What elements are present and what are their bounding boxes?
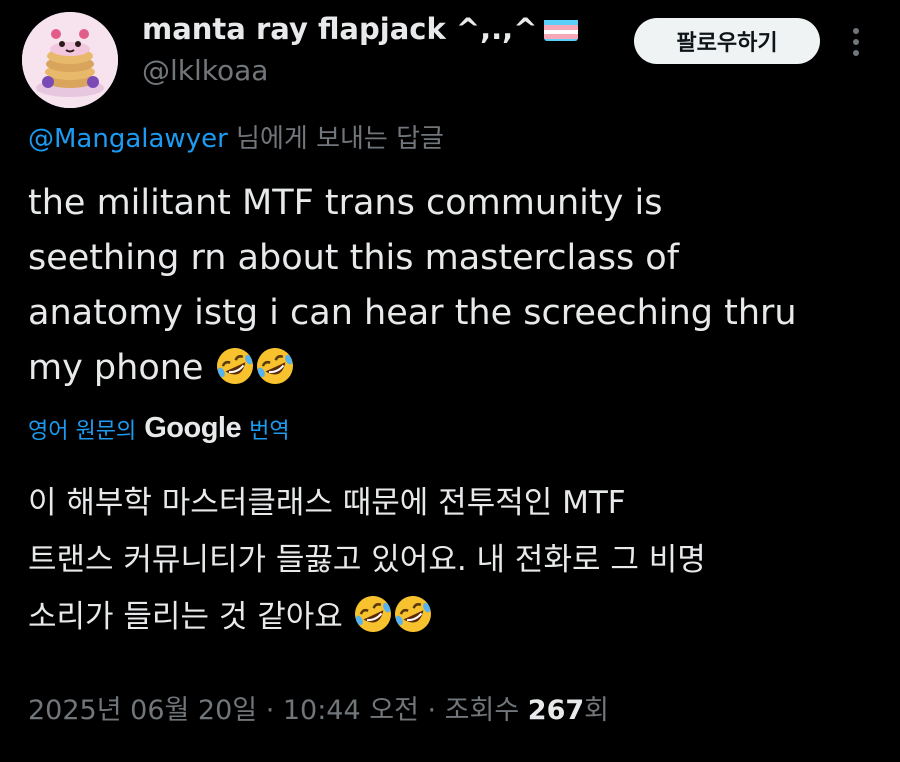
rolling-on-floor-laughing-emoji-icon bbox=[394, 596, 431, 632]
reply-mention-link[interactable]: @Mangalawyer bbox=[28, 124, 228, 154]
rolling-on-floor-laughing-emoji-icon bbox=[256, 348, 293, 384]
pancake-stack-avatar-icon bbox=[22, 12, 118, 108]
tweet-body: the militant MTF trans community is seet… bbox=[28, 183, 797, 388]
tweet-text: the militant MTF trans community is seet… bbox=[28, 176, 888, 396]
reply-suffix: 님에게 보내는 답글 bbox=[227, 124, 444, 154]
transgender-flag-icon bbox=[543, 17, 578, 41]
translation-attribution[interactable]: 영어 원문의 Google 번역 bbox=[28, 412, 290, 445]
author-handle[interactable]: @lklkoaa bbox=[142, 54, 268, 87]
display-name-text: manta ray flapjack ^,.,^ bbox=[142, 12, 538, 46]
more-vertical-icon[interactable] bbox=[846, 24, 866, 60]
follow-button[interactable]: 팔로우하기 bbox=[634, 18, 820, 64]
google-logo: Google bbox=[144, 412, 242, 444]
translation-suffix: 번역 bbox=[249, 418, 290, 444]
tweet-meta: 2025년 06월 20일 · 10:44 오전 · 조회수 267회 bbox=[28, 688, 609, 727]
author-display-name[interactable]: manta ray flapjack ^,.,^ bbox=[142, 12, 578, 46]
rolling-on-floor-laughing-emoji-icon bbox=[354, 596, 391, 632]
reply-context: @Mangalawyer 님에게 보내는 답글 bbox=[28, 118, 444, 155]
view-count: 267 bbox=[527, 695, 585, 726]
view-count-suffix: 회 bbox=[584, 695, 609, 726]
translated-text: 이 해부학 마스터클래스 때문에 전투적인 MTF 트랜스 커뮤니티가 들끓고 … bbox=[28, 475, 888, 646]
rolling-on-floor-laughing-emoji-icon bbox=[216, 348, 253, 384]
translation-prefix: 영어 원문의 bbox=[28, 418, 137, 444]
avatar[interactable] bbox=[22, 12, 118, 108]
timestamp[interactable]: 2025년 06월 20일 · 10:44 오전 · 조회수 bbox=[28, 695, 528, 726]
